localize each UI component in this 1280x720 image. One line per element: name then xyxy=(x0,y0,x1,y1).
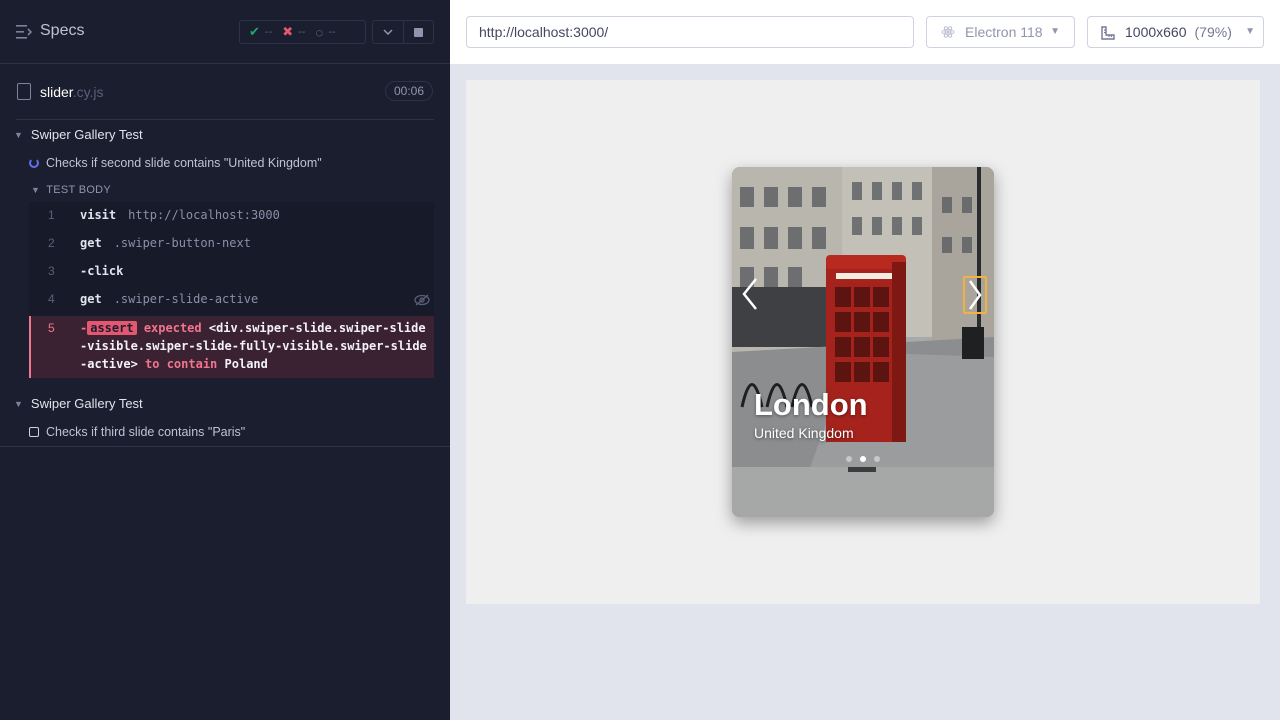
test-stats: ✔ -- ✖ -- ◌ -- xyxy=(239,20,366,44)
london-slide-image xyxy=(732,167,994,517)
specs-list-toggle-icon[interactable] xyxy=(16,24,34,40)
chevron-down-icon: ▼ xyxy=(1050,26,1060,37)
eye-slash-icon[interactable] xyxy=(414,294,430,306)
suite-header[interactable]: ▼ Swiper Gallery Test xyxy=(14,127,143,142)
app-under-test-frame: London United Kingdom xyxy=(466,80,1260,604)
viewport-selector[interactable]: 1000x660 (79%) ▼ xyxy=(1087,16,1264,48)
specs-header: Specs ✔ -- ✖ -- ◌ -- xyxy=(0,0,450,64)
chevron-down-icon: ▼ xyxy=(14,398,23,409)
command-row[interactable]: 1 visit http://localhost:3000 xyxy=(29,208,434,222)
swiper-gallery[interactable]: London United Kingdom xyxy=(732,167,994,517)
electron-icon xyxy=(941,26,955,38)
x-icon: ✖ xyxy=(282,24,294,39)
suite-header[interactable]: ▼ Swiper Gallery Test xyxy=(14,396,143,411)
passed-stat: ✔ -- xyxy=(249,24,273,39)
swiper-next-button[interactable] xyxy=(963,276,987,314)
failed-stat: ✖ -- xyxy=(282,24,306,39)
pagination-dot-active[interactable] xyxy=(860,456,866,462)
pending-stat: ◌ -- xyxy=(315,24,336,40)
chevron-down-icon: ▼ xyxy=(1245,26,1255,37)
chevron-down-icon xyxy=(383,29,393,35)
test-body-label[interactable]: ▼ TEST BODY xyxy=(31,184,111,196)
test-item[interactable]: Checks if third slide contains "Paris" xyxy=(29,425,245,439)
preview-topbar: http://localhost:3000/ Electron 118 ▼ 10… xyxy=(450,0,1280,64)
slide-title: London xyxy=(754,387,868,422)
failed-assert-command[interactable]: 5 - assert expected <div.swiper-slide.swi… xyxy=(29,316,434,378)
divider xyxy=(16,119,434,120)
command-row[interactable]: 2 get .swiper-button-next xyxy=(29,236,434,250)
browser-selector[interactable]: Electron 118 ▼ xyxy=(926,16,1075,48)
stop-button[interactable] xyxy=(403,20,434,44)
ruler-icon xyxy=(1101,26,1115,40)
file-icon xyxy=(17,83,31,100)
command-row[interactable]: 4 get .swiper-slide-active xyxy=(29,292,434,306)
test-item[interactable]: Checks if second slide contains "United … xyxy=(29,156,322,170)
url-field[interactable]: http://localhost:3000/ xyxy=(466,16,914,48)
app-preview-panel: http://localhost:3000/ Electron 118 ▼ 10… xyxy=(450,0,1280,720)
check-icon: ✔ xyxy=(249,24,260,39)
divider xyxy=(0,446,450,447)
pagination-dot[interactable] xyxy=(846,456,852,462)
duration-badge: 00:06 xyxy=(385,81,433,101)
swiper-prev-button[interactable] xyxy=(738,275,764,313)
command-row[interactable]: 3 -click xyxy=(29,264,434,278)
chevron-right-icon xyxy=(968,280,982,310)
stop-icon xyxy=(414,27,423,37)
assert-badge: assert xyxy=(87,321,137,335)
pending-test-icon xyxy=(29,427,39,437)
pagination-dot[interactable] xyxy=(874,456,880,462)
spinner-icon: ◌ xyxy=(315,24,324,40)
chevron-down-icon: ▼ xyxy=(14,129,23,140)
assert-message: - assert expected <div.swiper-slide.swipe… xyxy=(80,321,427,371)
slide-subtitle: United Kingdom xyxy=(754,425,854,441)
chevron-down-icon: ▼ xyxy=(31,185,41,195)
reporter-panel: Specs ✔ -- ✖ -- ◌ -- slider.cy.js 00:06 … xyxy=(0,0,450,720)
specs-title[interactable]: Specs xyxy=(40,22,84,40)
spec-file-name[interactable]: slider.cy.js xyxy=(40,84,104,100)
options-dropdown-button[interactable] xyxy=(372,20,404,44)
running-spinner-icon xyxy=(29,158,39,168)
